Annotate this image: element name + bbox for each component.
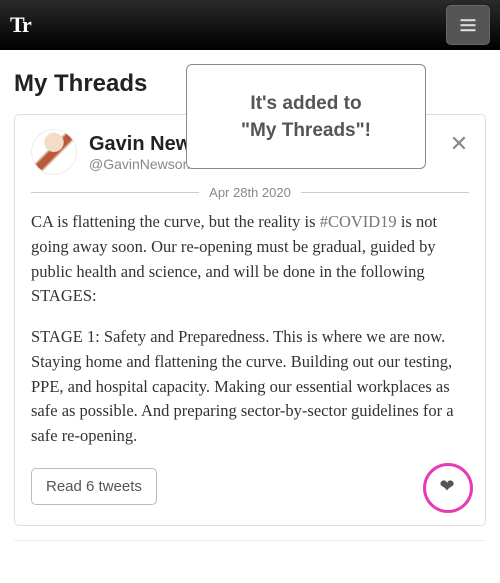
thread-para-2: STAGE 1: Safety and Preparedness. This i… — [31, 325, 469, 449]
toast-line-2: "My Threads"! — [207, 118, 405, 145]
date-divider: Apr 28th 2020 — [31, 185, 469, 200]
thread-date: Apr 28th 2020 — [209, 185, 291, 200]
hamburger-icon — [458, 15, 478, 35]
avatar[interactable] — [31, 129, 77, 175]
next-card-hint — [14, 540, 486, 550]
hamburger-menu-button[interactable] — [446, 5, 490, 45]
toast-line-1: It's added to — [207, 91, 405, 118]
thread-para-1: CA is flattening the curve, but the real… — [31, 210, 469, 309]
thread-card-footer: Read 6 tweets ❤ — [31, 465, 469, 509]
app-header: Tr — [0, 0, 500, 50]
added-toast: It's added to "My Threads"! — [186, 64, 426, 169]
para1-text-a: CA is flattening the curve, but the real… — [31, 212, 320, 231]
heart-icon[interactable]: ❤ — [439, 476, 454, 497]
favorite-wrap: ❤ — [425, 465, 469, 509]
read-tweets-button[interactable]: Read 6 tweets — [31, 468, 157, 505]
close-icon[interactable]: ✕ — [447, 131, 471, 155]
divider-line-left — [31, 192, 199, 193]
hashtag-covid19[interactable]: #COVID19 — [320, 212, 397, 231]
divider-line-right — [301, 192, 469, 193]
thread-card: Gavin News @GavinNewsom ✕ Apr 28th 2020 … — [14, 114, 486, 526]
app-logo[interactable]: Tr — [10, 12, 31, 38]
